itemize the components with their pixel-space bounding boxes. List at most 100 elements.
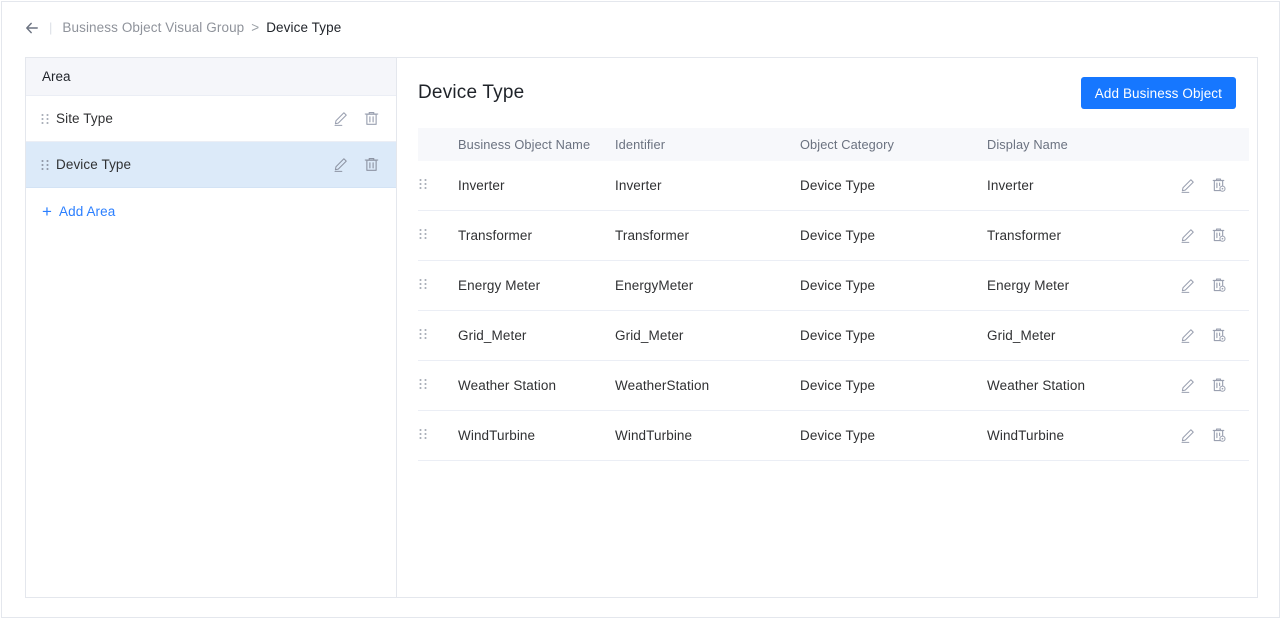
edit-pencil-icon[interactable] <box>332 156 349 173</box>
edit-pencil-icon[interactable] <box>1179 377 1196 394</box>
table-header-display-name: Display Name <box>987 128 1179 161</box>
table-row-drag-cell <box>418 210 458 261</box>
table-row-drag-cell <box>418 360 458 411</box>
drag-handle-icon[interactable] <box>418 427 428 441</box>
trash-settings-icon[interactable] <box>1210 277 1227 294</box>
drag-handle-icon[interactable] <box>40 158 50 172</box>
table-row-drag-cell <box>418 310 458 361</box>
cell-object-category: Device Type <box>800 410 987 461</box>
cell-business-object-name: Grid_Meter <box>458 310 615 361</box>
table-row[interactable]: Inverter Inverter Device Type Inverter <box>418 161 1249 211</box>
edit-pencil-icon[interactable] <box>1179 327 1196 344</box>
trash-settings-icon[interactable] <box>1210 327 1227 344</box>
cell-display-name: Weather Station <box>987 360 1179 411</box>
table-header-object-category: Object Category <box>800 128 987 161</box>
trash-settings-icon[interactable] <box>1210 227 1227 244</box>
trash-settings-icon[interactable] <box>1210 427 1227 444</box>
table-row-drag-cell <box>418 260 458 311</box>
main-header: Device Type Add Business Object <box>397 58 1257 128</box>
cell-business-object-name: WindTurbine <box>458 410 615 461</box>
cell-object-category: Device Type <box>800 161 987 211</box>
row-actions <box>1179 377 1249 394</box>
table-row-drag-cell <box>418 161 458 211</box>
cell-actions <box>1179 360 1249 411</box>
row-actions <box>1179 177 1249 194</box>
business-object-table: Business Object Name Identifier Object C… <box>418 128 1249 461</box>
table-header-row: Business Object Name Identifier Object C… <box>418 128 1249 161</box>
trash-icon[interactable] <box>363 110 380 127</box>
sidebar-item-label: Site Type <box>56 111 113 126</box>
cell-business-object-name: Inverter <box>458 161 615 211</box>
trash-settings-icon[interactable] <box>1210 377 1227 394</box>
drag-handle-icon[interactable] <box>418 227 428 241</box>
table-row[interactable]: Energy Meter EnergyMeter Device Type Energy… <box>418 260 1249 311</box>
cell-actions <box>1179 310 1249 361</box>
cell-identifier: EnergyMeter <box>615 260 800 311</box>
sidebar-header: Area <box>26 58 396 96</box>
cell-identifier: Inverter <box>615 161 800 211</box>
cell-object-category: Device Type <box>800 360 987 411</box>
table-header-actions <box>1179 128 1249 161</box>
table-body: Inverter Inverter Device Type Inverter Trans… <box>418 161 1249 461</box>
cell-object-category: Device Type <box>800 260 987 311</box>
edit-pencil-icon[interactable] <box>1179 427 1196 444</box>
drag-handle-icon[interactable] <box>418 377 428 391</box>
trash-icon[interactable] <box>363 156 380 173</box>
table-head: Business Object Name Identifier Object C… <box>418 128 1249 161</box>
trash-settings-icon[interactable] <box>1210 177 1227 194</box>
cell-object-category: Device Type <box>800 310 987 361</box>
cell-identifier: Transformer <box>615 210 800 261</box>
breadcrumb-divider: | <box>49 20 53 35</box>
plus-icon: + <box>42 201 53 221</box>
cell-actions <box>1179 410 1249 461</box>
table-row[interactable]: WindTurbine WindTurbine Device Type WindTur… <box>418 410 1249 461</box>
sidebar-item-site-type[interactable]: Site Type <box>26 96 396 142</box>
cell-identifier: Grid_Meter <box>615 310 800 361</box>
table-row[interactable]: Transformer Transformer Device Type Transfo… <box>418 210 1249 261</box>
table-header-handle <box>418 128 458 161</box>
cell-business-object-name: Weather Station <box>458 360 615 411</box>
row-actions <box>1179 327 1249 344</box>
cell-business-object-name: Energy Meter <box>458 260 615 311</box>
arrow-left-icon[interactable] <box>23 19 41 37</box>
breadcrumb-current: Device Type <box>266 20 342 35</box>
sidebar-item-actions <box>332 156 380 173</box>
drag-handle-icon[interactable] <box>418 177 428 191</box>
edit-pencil-icon[interactable] <box>332 110 349 127</box>
cell-actions <box>1179 260 1249 311</box>
row-actions <box>1179 427 1249 444</box>
row-actions <box>1179 227 1249 244</box>
table-row-drag-cell <box>418 410 458 461</box>
breadcrumb: | Business Object Visual Group > Device … <box>2 2 1279 53</box>
cell-display-name: Inverter <box>987 161 1179 211</box>
drag-handle-icon[interactable] <box>418 327 428 341</box>
page-title: Device Type <box>418 82 525 103</box>
sidebar-item-label: Device Type <box>56 157 132 172</box>
cell-actions <box>1179 161 1249 211</box>
row-actions <box>1179 277 1249 294</box>
cell-identifier: WindTurbine <box>615 410 800 461</box>
cell-display-name: WindTurbine <box>987 410 1179 461</box>
business-object-table-wrap: Business Object Name Identifier Object C… <box>397 128 1257 461</box>
cell-display-name: Energy Meter <box>987 260 1179 311</box>
edit-pencil-icon[interactable] <box>1179 227 1196 244</box>
breadcrumb-separator: > <box>251 20 260 35</box>
table-row[interactable]: Grid_Meter Grid_Meter Device Type Grid_Mete… <box>418 310 1249 361</box>
cell-business-object-name: Transformer <box>458 210 615 261</box>
edit-pencil-icon[interactable] <box>1179 177 1196 194</box>
add-area-button[interactable]: + Add Area <box>26 188 396 234</box>
cell-object-category: Device Type <box>800 210 987 261</box>
table-row[interactable]: Weather Station WeatherStation Device Type… <box>418 360 1249 411</box>
cell-actions <box>1179 210 1249 261</box>
add-business-object-button[interactable]: Add Business Object <box>1080 77 1236 109</box>
drag-handle-icon[interactable] <box>40 112 50 126</box>
main-pane: Device Type Add Business Object Business… <box>397 58 1257 597</box>
breadcrumb-parent-link[interactable]: Business Object Visual Group <box>62 20 244 35</box>
drag-handle-icon[interactable] <box>418 277 428 291</box>
sidebar-item-device-type[interactable]: Device Type <box>26 142 396 188</box>
cell-display-name: Grid_Meter <box>987 310 1179 361</box>
table-header-identifier: Identifier <box>615 128 800 161</box>
table-header-business-object-name: Business Object Name <box>458 128 615 161</box>
sidebar-item-actions <box>332 110 380 127</box>
edit-pencil-icon[interactable] <box>1179 277 1196 294</box>
